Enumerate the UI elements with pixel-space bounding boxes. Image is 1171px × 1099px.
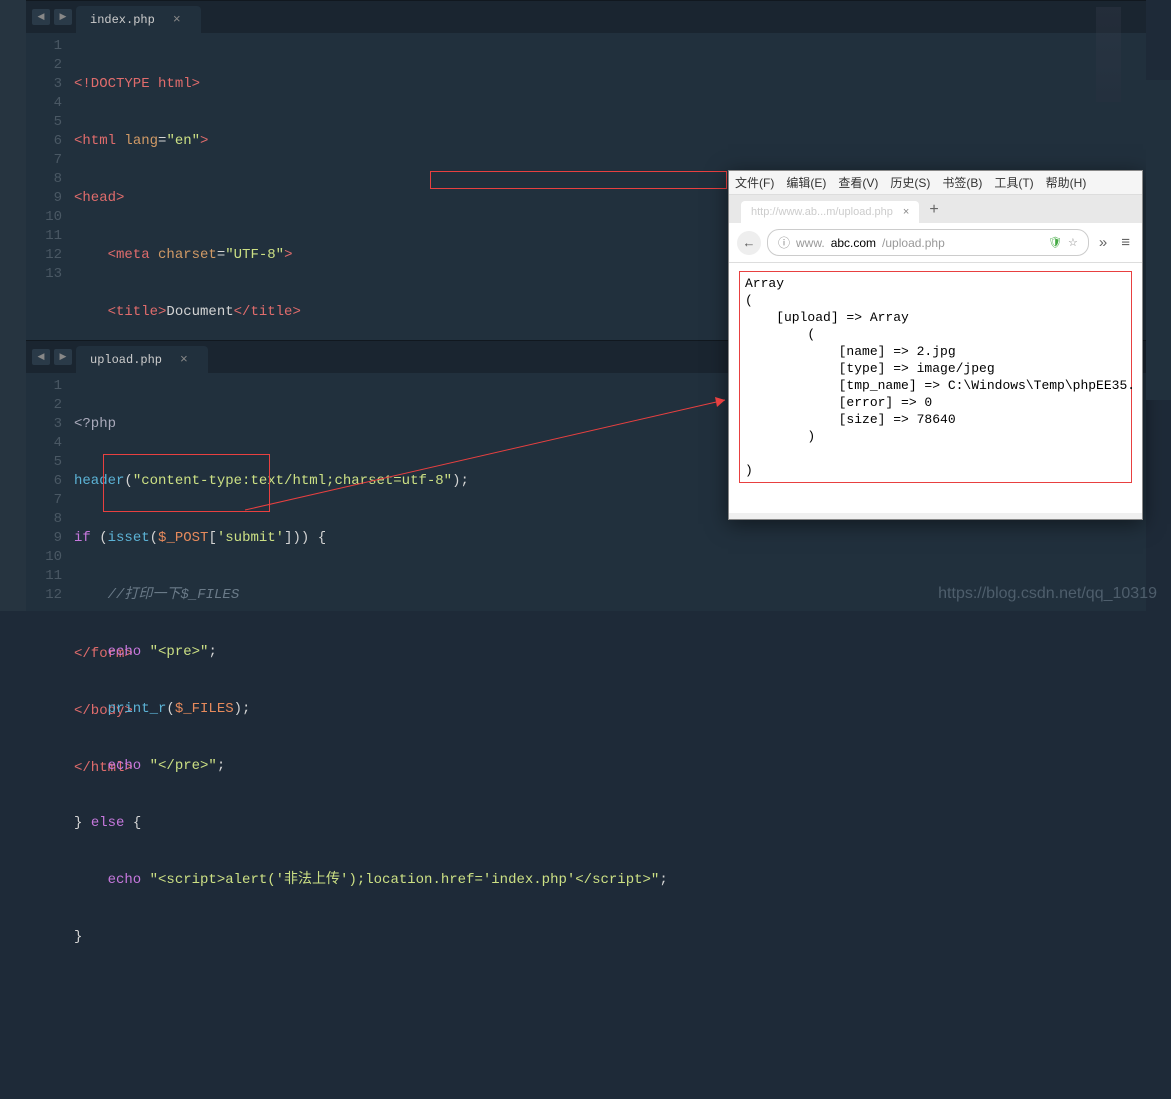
new-tab-button[interactable]: + <box>919 197 948 223</box>
browser-tab-strip: http://www.ab...m/upload.php × + <box>729 195 1142 223</box>
tab-index-php[interactable]: index.php × <box>76 6 201 33</box>
url-prefix: www. <box>796 236 825 250</box>
watermark-text: https://blog.csdn.net/qq_10319 <box>938 585 1157 603</box>
browser-menubar[interactable]: 文件(F) 编辑(E) 查看(V) 历史(S) 书签(B) 工具(T) 帮助(H… <box>729 171 1142 195</box>
tab-upload-php[interactable]: upload.php × <box>76 346 208 373</box>
url-host: abc.com <box>831 236 876 250</box>
right-fragment-column <box>1146 80 1171 400</box>
nav-fwd-icon[interactable]: ▶ <box>54 9 72 25</box>
php-output: Array ( [upload] => Array ( [name] => 2.… <box>739 271 1132 483</box>
url-path: /upload.php <box>882 236 945 250</box>
browser-viewport: Array ( [upload] => Array ( [name] => 2.… <box>729 263 1142 513</box>
browser-tab[interactable]: http://www.ab...m/upload.php × <box>741 201 919 223</box>
info-icon: ⓘ <box>778 234 790 251</box>
menu-file[interactable]: 文件(F) <box>735 174 774 191</box>
close-icon[interactable]: × <box>173 12 181 27</box>
gutter-bottom: 123456789101112 <box>26 377 74 1099</box>
left-fragment-column <box>0 0 26 611</box>
minimap-top[interactable] <box>1096 7 1121 102</box>
nav-back-icon[interactable]: ◀ <box>32 349 50 365</box>
shield-icon: 🛡 <box>1048 236 1062 249</box>
star-icon[interactable]: ☆ <box>1068 236 1078 249</box>
close-icon[interactable]: × <box>180 352 188 367</box>
browser-tab-title: http://www.ab...m/upload.php <box>751 206 893 218</box>
url-icons: 🛡 ☆ <box>1048 236 1078 249</box>
menu-help[interactable]: 帮助(H) <box>1046 174 1087 191</box>
menu-icon[interactable]: » <box>1095 234 1111 251</box>
url-input[interactable]: ⓘ www. abc.com/upload.php 🛡 ☆ <box>767 229 1089 256</box>
browser-window: 文件(F) 编辑(E) 查看(V) 历史(S) 书签(B) 工具(T) 帮助(H… <box>728 170 1143 520</box>
close-icon[interactable]: × <box>903 206 909 218</box>
browser-toolbar: ← ⓘ www. abc.com/upload.php 🛡 ☆ » ≡ <box>729 223 1142 263</box>
tab-label: index.php <box>90 13 155 27</box>
nav-back-icon[interactable]: ◀ <box>32 9 50 25</box>
nav-fwd-icon[interactable]: ▶ <box>54 349 72 365</box>
tab-bar-top: ◀ ▶ index.php × <box>26 1 1146 33</box>
menu-edit[interactable]: 编辑(E) <box>786 174 826 191</box>
tab-label: upload.php <box>90 353 162 367</box>
back-button[interactable]: ← <box>737 231 761 255</box>
menu-history[interactable]: 历史(S) <box>890 174 930 191</box>
menu-tools[interactable]: 工具(T) <box>994 174 1033 191</box>
menu-view[interactable]: 查看(V) <box>838 174 878 191</box>
menu-bookmarks[interactable]: 书签(B) <box>942 174 982 191</box>
hamburger-icon[interactable]: ≡ <box>1117 234 1134 251</box>
